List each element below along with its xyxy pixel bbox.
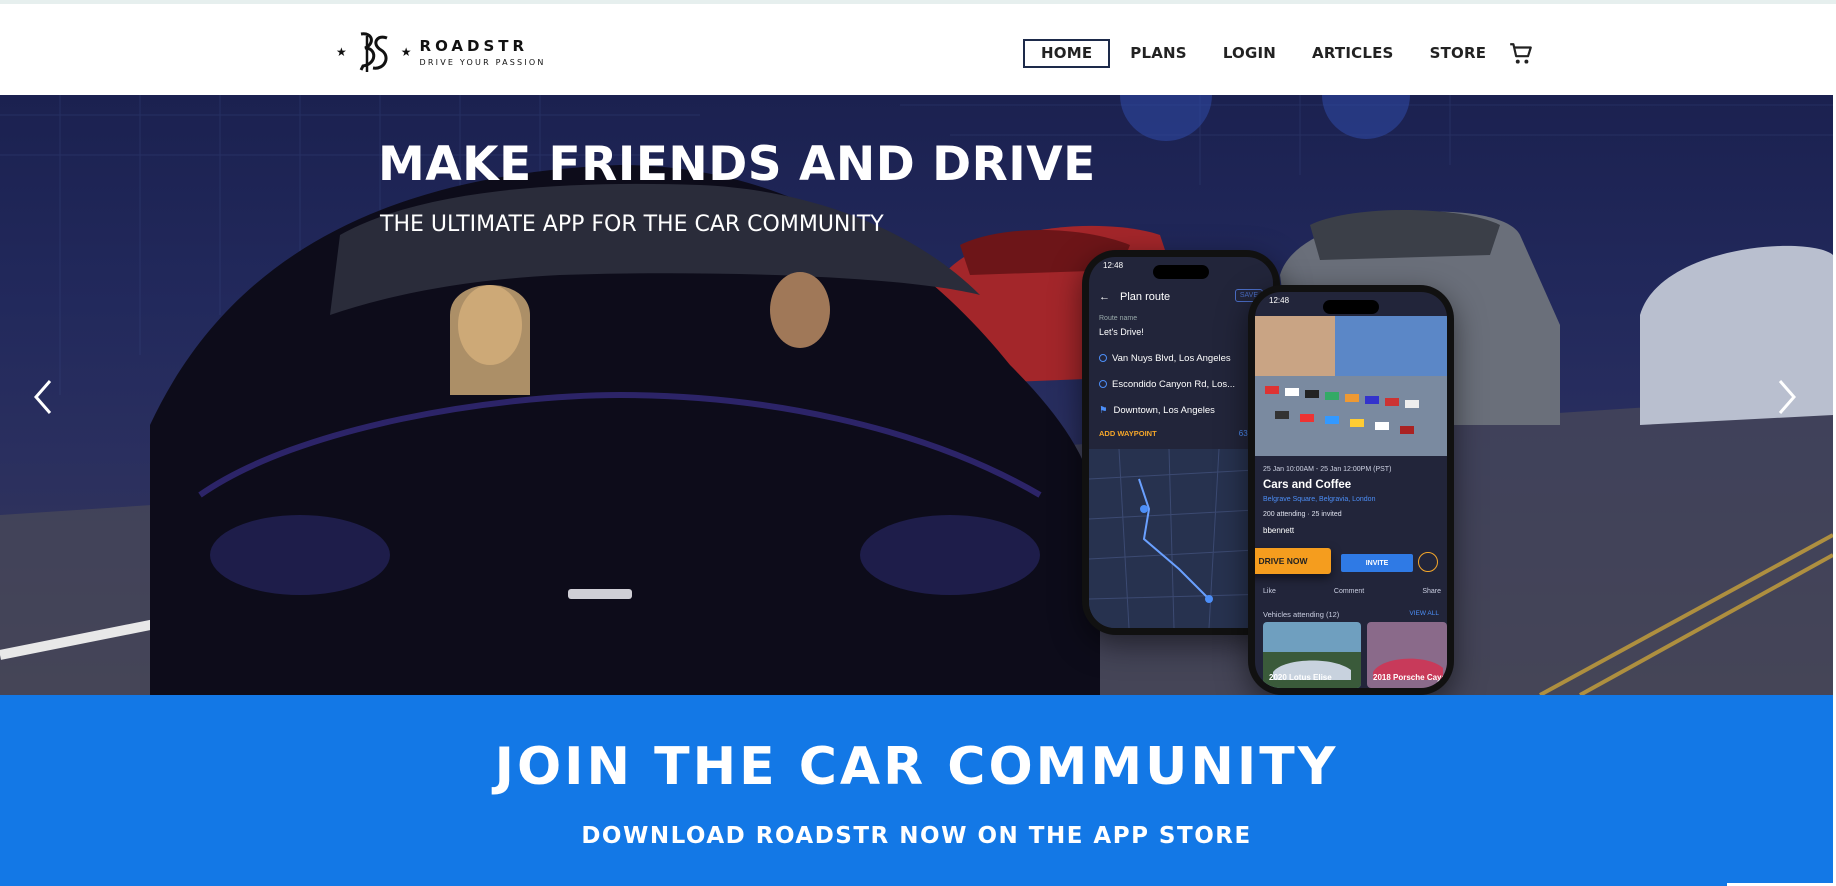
route-stop: Van Nuys Blvd, Los Angeles <box>1099 353 1231 364</box>
join-subtitle[interactable]: DOWNLOAD ROADSTR NOW ON THE APP STORE <box>0 823 1833 849</box>
brand-tagline: DRIVE YOUR PASSION <box>419 58 546 67</box>
page: ★ ★ ROADSTR DRIVE YOUR PASSION HOME PLAN… <box>0 0 1836 886</box>
route-stop: ⚑ Downtown, Los Angeles <box>1099 405 1215 416</box>
event-date: 25 Jan 10:00AM - 25 Jan 12:00PM (PST) <box>1263 466 1392 473</box>
comment-action: Comment <box>1333 588 1365 595</box>
phone-screen: 12:48 25 Jan 10:00AM - 25 Jan 12:00PM (P… <box>1255 292 1447 688</box>
add-waypoint-link: ADD WAYPOINT <box>1099 429 1157 438</box>
invite-button: INVITE <box>1341 554 1413 572</box>
route-stop-label: Downtown, Los Angeles <box>1113 405 1215 416</box>
site-logo[interactable]: ★ ★ ROADSTR DRIVE YOUR PASSION <box>330 28 546 76</box>
waypoint-icon <box>1099 380 1107 388</box>
status-time: 12:48 <box>1269 296 1290 305</box>
phone-notch <box>1323 300 1379 314</box>
route-name-label: Route name <box>1099 315 1138 322</box>
nav-articles[interactable]: ARTICLES <box>1296 39 1410 68</box>
chevron-left-icon[interactable] <box>28 375 58 419</box>
star-icon: ★ <box>400 45 412 59</box>
event-location: Belgrave Square, Belgravia, London <box>1263 496 1376 503</box>
route-header-title: Plan route <box>1120 291 1171 303</box>
vehicle-caption: 2018 Porsche Cayen <box>1373 673 1447 682</box>
nav-home[interactable]: HOME <box>1023 39 1111 68</box>
back-arrow-icon: ← <box>1099 291 1110 303</box>
route-stop-label: Escondido Canyon Rd, Los... <box>1112 379 1236 390</box>
hero-subtitle: THE ULTIMATE APP FOR THE CAR COMMUNITY <box>380 212 884 237</box>
logo-text: ROADSTR DRIVE YOUR PASSION <box>420 37 546 67</box>
star-icon: ★ <box>336 45 347 59</box>
main-nav: HOME PLANS LOGIN ARTICLES STORE <box>1023 39 1534 68</box>
route-stop-label: Van Nuys Blvd, Los Angeles <box>1112 353 1231 364</box>
route-map <box>1089 449 1273 628</box>
hero-carousel: MAKE FRIENDS AND DRIVE THE ULTIMATE APP … <box>0 95 1833 695</box>
event-phone: 12:48 25 Jan 10:00AM - 25 Jan 12:00PM (P… <box>1248 285 1454 695</box>
flag-icon: ⚑ <box>1099 405 1108 416</box>
vehicle-caption: 2020 Lotus Elise <box>1269 673 1332 682</box>
waypoint-icon <box>1099 354 1107 362</box>
join-banner: JOIN THE CAR COMMUNITY DOWNLOAD ROADSTR … <box>0 695 1833 886</box>
route-header: ← Plan route <box>1099 291 1170 303</box>
vehicles-heading: Vehicles attending (12) <box>1263 610 1340 619</box>
join-title: JOIN THE CAR COMMUNITY <box>494 737 1339 797</box>
vehicle-card: 2018 Porsche Cayen <box>1367 622 1447 688</box>
cart-icon[interactable] <box>1508 41 1534 67</box>
site-header: ★ ★ ROADSTR DRIVE YOUR PASSION HOME PLAN… <box>0 4 1836 95</box>
drive-now-button: DRIVE NOW <box>1255 548 1331 574</box>
vehicle-card: 2020 Lotus Elise <box>1263 622 1361 688</box>
share-action: Share <box>1422 588 1441 595</box>
event-title: Cars and Coffee <box>1263 479 1352 491</box>
hero-title: MAKE FRIENDS AND DRIVE <box>378 137 1096 192</box>
route-name-value: Let's Drive! <box>1099 327 1144 337</box>
view-all-link: VIEW ALL <box>1409 610 1439 617</box>
event-attendance: 200 attending · 25 invited <box>1263 511 1342 518</box>
brand-name: ROADSTR <box>419 37 529 55</box>
chat-icon <box>1418 552 1438 572</box>
status-time: 12:48 <box>1103 261 1124 270</box>
phone-screen: 12:48 ← Plan route SAVE Route name Let's … <box>1089 257 1273 628</box>
nav-login[interactable]: LOGIN <box>1207 39 1292 68</box>
logo-mark <box>359 32 388 72</box>
chevron-right-icon[interactable] <box>1772 375 1802 419</box>
like-action: Like <box>1263 588 1276 595</box>
event-actions: Like Comment Share <box>1263 588 1441 595</box>
nav-store[interactable]: STORE <box>1414 39 1503 68</box>
nav-plans[interactable]: PLANS <box>1114 39 1203 68</box>
event-host: bbennett <box>1263 526 1295 535</box>
route-stop: Escondido Canyon Rd, Los... <box>1099 379 1235 390</box>
phone-notch <box>1153 265 1209 279</box>
event-photo <box>1255 316 1447 456</box>
